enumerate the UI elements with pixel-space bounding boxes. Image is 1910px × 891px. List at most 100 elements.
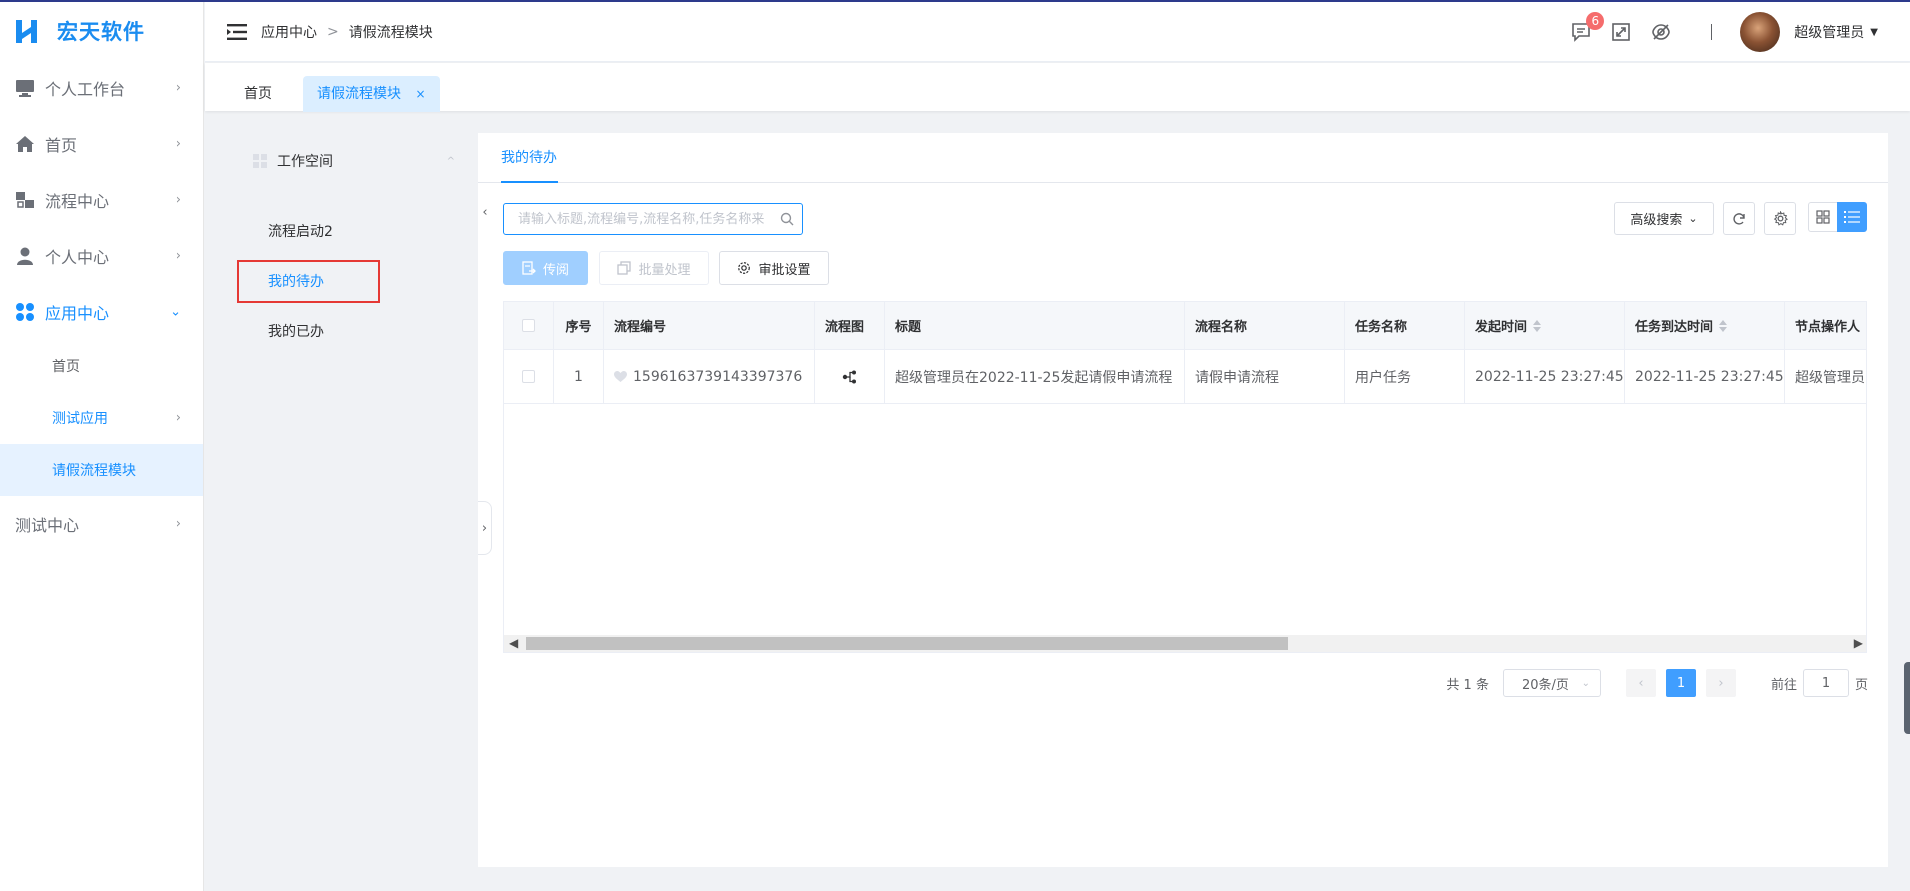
sidebar-item-label: 个人中心 (45, 248, 110, 267)
gear-icon (1773, 211, 1788, 226)
refresh-button[interactable] (1723, 202, 1755, 235)
scroll-right-arrow[interactable]: ▶ (1854, 635, 1863, 652)
cell-process-name: 请假申请流程 (1185, 350, 1345, 403)
page-size-select[interactable]: 20条/页 ⌄ (1502, 669, 1601, 697)
horizontal-scrollbar[interactable]: ◀ ▶ (504, 635, 1866, 652)
sidebar-item-test-center[interactable]: 测试中心 › (0, 496, 203, 552)
message-icon[interactable]: 6 (1570, 12, 1605, 43)
table-row[interactable]: 1 1596163739143397376 超级管理员在2022-11-25发起… (504, 350, 1866, 404)
chevron-up-icon[interactable]: ^ (447, 156, 455, 167)
column-header: 流程名称 (1185, 302, 1345, 349)
sidebar-subitem-leave-module[interactable]: 请假流程模块 (0, 444, 203, 496)
column-header: 标题 (885, 302, 1185, 349)
highlight-box (237, 260, 380, 303)
notification-badge: 6 (1586, 12, 1605, 30)
list-view-icon (1844, 211, 1860, 223)
forward-label: 传阅 (542, 262, 569, 278)
expand-panel-handle[interactable]: › (478, 501, 492, 555)
sidebar-subitem-home[interactable]: 首页 (0, 340, 203, 392)
home-icon (15, 134, 35, 154)
prev-page-button[interactable]: ‹ (1625, 669, 1656, 697)
forward-button[interactable]: 传阅 (503, 251, 588, 285)
scroll-left-arrow[interactable]: ◀ (509, 635, 518, 652)
chevron-right-icon: › (175, 516, 181, 532)
active-tab-indicator (501, 181, 558, 183)
tab-leave-module[interactable]: 请假流程模块 × (303, 76, 440, 112)
workspace-panel: 工作空间 ^ 流程启动2 我的待办 我的已办 (225, 133, 455, 373)
pagination: 共 1 条 20条/页 ⌄ ‹ 1 › 前往 页 (1446, 669, 1868, 697)
workspace-title-label: 工作空间 (277, 154, 333, 170)
row-checkbox[interactable] (522, 370, 535, 383)
cell-start-time: 2022-11-25 23:27:45 (1465, 350, 1625, 403)
chevron-right-icon: › (175, 248, 181, 264)
page-number-current[interactable]: 1 (1665, 669, 1696, 697)
settings-button[interactable] (1764, 202, 1796, 235)
heart-icon[interactable] (614, 370, 627, 383)
monitor-icon (15, 78, 35, 98)
sort-icon[interactable] (1533, 319, 1542, 332)
flowchart-icon[interactable] (842, 370, 858, 384)
advanced-search-label: 高级搜索 (1630, 213, 1683, 228)
grid-view-button[interactable] (1808, 202, 1838, 232)
close-icon[interactable]: × (415, 87, 425, 101)
workspace-item-start[interactable]: 流程启动2 (268, 221, 333, 241)
list-view-button[interactable] (1837, 202, 1867, 232)
theme-icon[interactable] (1650, 21, 1672, 43)
column-header-label: 发起时间 (1475, 320, 1528, 335)
sort-icon[interactable] (1719, 319, 1728, 332)
row-checkbox-cell (504, 350, 554, 403)
sidebar-subitem-test-app[interactable]: 测试应用 › (0, 392, 203, 444)
chevron-down-icon: ⌄ (1581, 677, 1590, 689)
side-drawer-handle[interactable] (1904, 662, 1910, 734)
search-input[interactable] (504, 204, 764, 234)
batch-process-button[interactable]: 批量处理 (599, 251, 709, 285)
header-checkbox-cell (504, 302, 554, 349)
search-box[interactable] (503, 203, 803, 235)
breadcrumb-item[interactable]: 应用中心 (261, 22, 317, 42)
grid-view-icon (1816, 210, 1830, 224)
column-header: 序号 (554, 302, 604, 349)
next-page-button[interactable]: › (1705, 669, 1736, 697)
cell-operator: 超级管理员 (1795, 369, 1865, 386)
batch-icon (617, 261, 632, 275)
chevron-down-icon: ⌄ (170, 304, 181, 320)
chevron-right-icon: › (175, 410, 181, 426)
logo[interactable]: 宏天软件 (0, 2, 203, 60)
sidebar-item-label: 测试中心 (15, 516, 80, 535)
workspace-title[interactable]: 工作空间 ^ (225, 133, 455, 189)
sidebar-item-process-center[interactable]: 流程中心 › (0, 172, 203, 228)
column-header-sortable[interactable]: 任务到达时间 (1625, 302, 1785, 349)
advanced-search-button[interactable]: 高级搜索 ⌄ (1614, 202, 1714, 235)
search-icon[interactable] (780, 212, 794, 226)
sidebar-subitem-label: 首页 (52, 359, 80, 375)
sidebar-item-personal-center[interactable]: 个人中心 › (0, 228, 203, 284)
username[interactable]: 超级管理员 (1794, 22, 1864, 42)
chevron-left-icon[interactable]: ‹ (478, 197, 492, 227)
column-header-sortable[interactable]: 发起时间 (1465, 302, 1625, 349)
caret-down-icon[interactable]: ▼ (1870, 27, 1878, 38)
workspace-item-done[interactable]: 我的已办 (268, 321, 324, 341)
scrollbar-thumb[interactable] (526, 637, 1288, 650)
sidebar-item-app-center[interactable]: 应用中心 ⌄ (0, 284, 203, 340)
tab-my-todo[interactable]: 我的待办 (501, 133, 557, 183)
fullscreen-icon[interactable] (1610, 21, 1632, 43)
sidebar-item-workbench[interactable]: 个人工作台 › (0, 60, 203, 116)
goto-page-input[interactable] (1802, 669, 1849, 697)
cell-arrival-time: 2022-11-25 23:27:45 (1625, 350, 1785, 403)
approval-settings-button[interactable]: 审批设置 (719, 251, 829, 285)
sidebar-item-home[interactable]: 首页 › (0, 116, 203, 172)
refresh-icon (1733, 212, 1745, 225)
chevron-down-icon: ⌄ (1688, 212, 1698, 225)
menu-toggle-icon[interactable] (227, 23, 249, 40)
apps-icon (15, 302, 35, 322)
tab-home[interactable]: 首页 (228, 76, 288, 112)
batch-process-label: 批量处理 (638, 262, 691, 278)
avatar[interactable] (1740, 12, 1781, 52)
top-header: 应用中心 > 请假流程模块 6 超级管理员 ▼ (205, 2, 1910, 62)
select-all-checkbox[interactable] (522, 319, 535, 332)
breadcrumb: 应用中心 > 请假流程模块 (261, 22, 433, 42)
forward-icon (522, 261, 536, 275)
cell-title[interactable]: 超级管理员在2022-11-25发起请假申请流程 (885, 350, 1185, 403)
pagination-total: 共 1 条 (1446, 677, 1489, 693)
process-number-text: 1596163739143397376 (633, 368, 803, 385)
